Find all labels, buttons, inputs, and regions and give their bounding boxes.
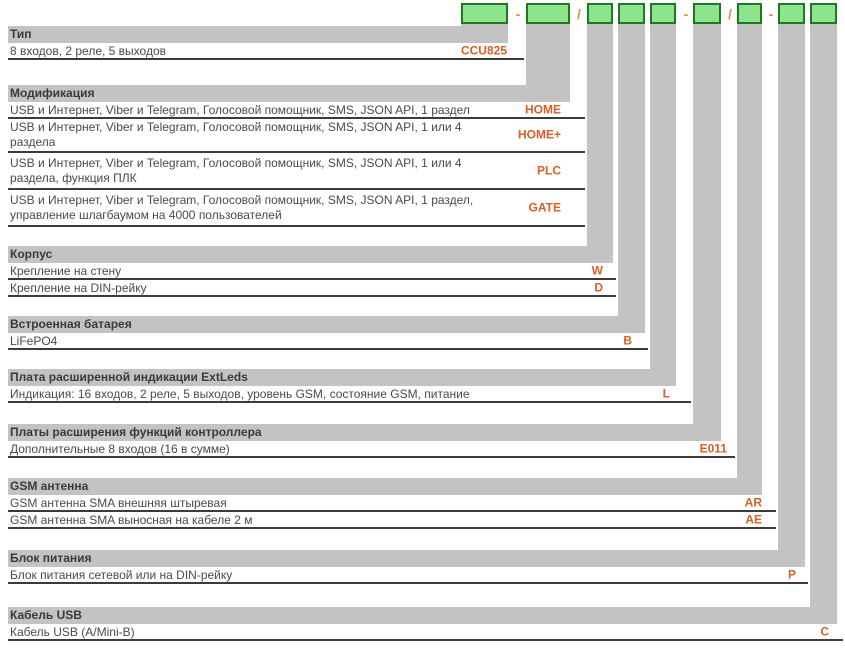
- code-separator: /: [572, 4, 586, 24]
- option-code: D: [594, 280, 603, 295]
- section-type: Тип 8 входов, 2 реле, 5 выходов CCU825: [8, 26, 524, 60]
- code-box-cable: [810, 3, 837, 24]
- option-row: Кабель USB (A/Mini-B) C: [8, 624, 843, 641]
- option-label: USB и Интернет, Viber и Telegram, Голосо…: [10, 193, 490, 223]
- option-label: Крепление на стену: [10, 264, 121, 279]
- option-code: L: [663, 386, 670, 401]
- option-label: Индикация: 16 входов, 2 реле, 5 выходов,…: [10, 387, 470, 402]
- section-title: Корпус: [8, 246, 613, 263]
- option-row: USB и Интернет, Viber и Telegram, Голосо…: [8, 153, 585, 190]
- option-code: AR: [745, 495, 762, 510]
- code-box-enclosure: [587, 3, 613, 24]
- order-code-diagram: - / - / - Тип 8 входов, 2 реле, 5 выходо…: [0, 0, 845, 651]
- code-box-modification: [526, 3, 570, 24]
- option-row: Блок питания сетевой или на DIN-рейку P: [8, 567, 808, 584]
- option-row: Крепление на стену W: [8, 263, 616, 280]
- option-code: P: [788, 567, 796, 582]
- option-code: C: [820, 624, 829, 639]
- section-title: Платы расширения функций контроллера: [8, 424, 721, 441]
- option-label: Крепление на DIN-рейку: [10, 281, 147, 296]
- section-title: Тип: [8, 26, 508, 43]
- section-gsm-antenna: GSM антенна GSM антенна SMA внешняя штыр…: [8, 478, 776, 529]
- option-row: GSM антенна SMA внешняя штыревая AR: [8, 495, 776, 512]
- option-code: PLC: [537, 163, 561, 178]
- code-separator: /: [723, 4, 737, 24]
- code-separator: -: [679, 4, 693, 24]
- option-row: 8 входов, 2 реле, 5 выходов CCU825: [8, 43, 524, 60]
- code-box-type: [461, 3, 508, 24]
- section-battery: Встроенная батарея LiFePO4 B: [8, 316, 648, 350]
- option-code: AE: [745, 512, 762, 527]
- option-code: CCU825: [461, 43, 507, 58]
- section-title: Плата расширенной индикации ExtLeds: [8, 369, 676, 386]
- code-column-expansion: [693, 24, 721, 441]
- option-code: B: [623, 333, 632, 348]
- option-row: Дополнительные 8 входов (16 в сумме) E01…: [8, 441, 735, 458]
- option-label: Кабель USB (A/Mini-B): [10, 625, 135, 640]
- option-code: E011: [700, 441, 727, 456]
- code-column-cable: [810, 24, 837, 624]
- option-label: 8 входов, 2 реле, 5 выходов: [10, 44, 166, 59]
- code-separator: -: [764, 4, 778, 24]
- section-title: Модификация: [8, 85, 568, 102]
- option-code: W: [592, 263, 603, 278]
- option-row: GSM антенна SMA выносная на кабеле 2 м A…: [8, 512, 776, 529]
- section-enclosure: Корпус Крепление на стену W Крепление на…: [8, 246, 616, 297]
- option-code: HOME+: [518, 128, 561, 143]
- option-label: GSM антенна SMA внешняя штыревая: [10, 496, 227, 511]
- option-label: GSM антенна SMA выносная на кабеле 2 м: [10, 513, 252, 528]
- code-column-power: [778, 24, 805, 567]
- section-expansion-boards: Платы расширения функций контроллера Доп…: [8, 424, 735, 458]
- section-title: Блок питания: [8, 550, 805, 567]
- option-code: GATE: [529, 200, 561, 215]
- section-title: Встроенная батарея: [8, 316, 645, 333]
- section-extleds: Плата расширенной индикации ExtLeds Инди…: [8, 369, 691, 403]
- option-row: USB и Интернет, Viber и Telegram, Голосо…: [8, 119, 585, 153]
- option-label: USB и Интернет, Viber и Telegram, Голосо…: [10, 156, 490, 186]
- code-separator: -: [511, 4, 525, 24]
- code-column-enclosure: [587, 24, 613, 263]
- code-column-battery: [618, 24, 645, 333]
- option-row: Индикация: 16 входов, 2 реле, 5 выходов,…: [8, 386, 691, 403]
- option-row: USB и Интернет, Viber и Telegram, Голосо…: [8, 190, 585, 227]
- section-usb-cable: Кабель USB Кабель USB (A/Mini-B) C: [8, 607, 843, 641]
- option-code: HOME: [525, 102, 561, 117]
- section-modification: Модификация USB и Интернет, Viber и Tele…: [8, 85, 585, 227]
- option-row: USB и Интернет, Viber и Telegram, Голосо…: [8, 102, 585, 119]
- code-column-extleds: [650, 24, 676, 386]
- code-box-extleds: [650, 3, 676, 24]
- option-row: Крепление на DIN-рейку D: [8, 280, 616, 297]
- section-title: Кабель USB: [8, 607, 837, 624]
- code-box-antenna: [737, 3, 762, 24]
- option-label: USB и Интернет, Viber и Telegram, Голосо…: [10, 120, 490, 150]
- code-box-battery: [618, 3, 645, 24]
- option-label: LiFePO4: [10, 334, 57, 349]
- section-title: GSM антенна: [8, 478, 762, 495]
- option-label: Блок питания сетевой или на DIN-рейку: [10, 568, 232, 583]
- option-label: Дополнительные 8 входов (16 в сумме): [10, 442, 230, 457]
- option-row: LiFePO4 B: [8, 333, 648, 350]
- code-box-power: [778, 3, 805, 24]
- code-column-antenna: [737, 24, 762, 495]
- code-box-expansion: [693, 3, 721, 24]
- section-power-supply: Блок питания Блок питания сетевой или на…: [8, 550, 808, 584]
- option-label: USB и Интернет, Viber и Telegram, Голосо…: [10, 103, 470, 118]
